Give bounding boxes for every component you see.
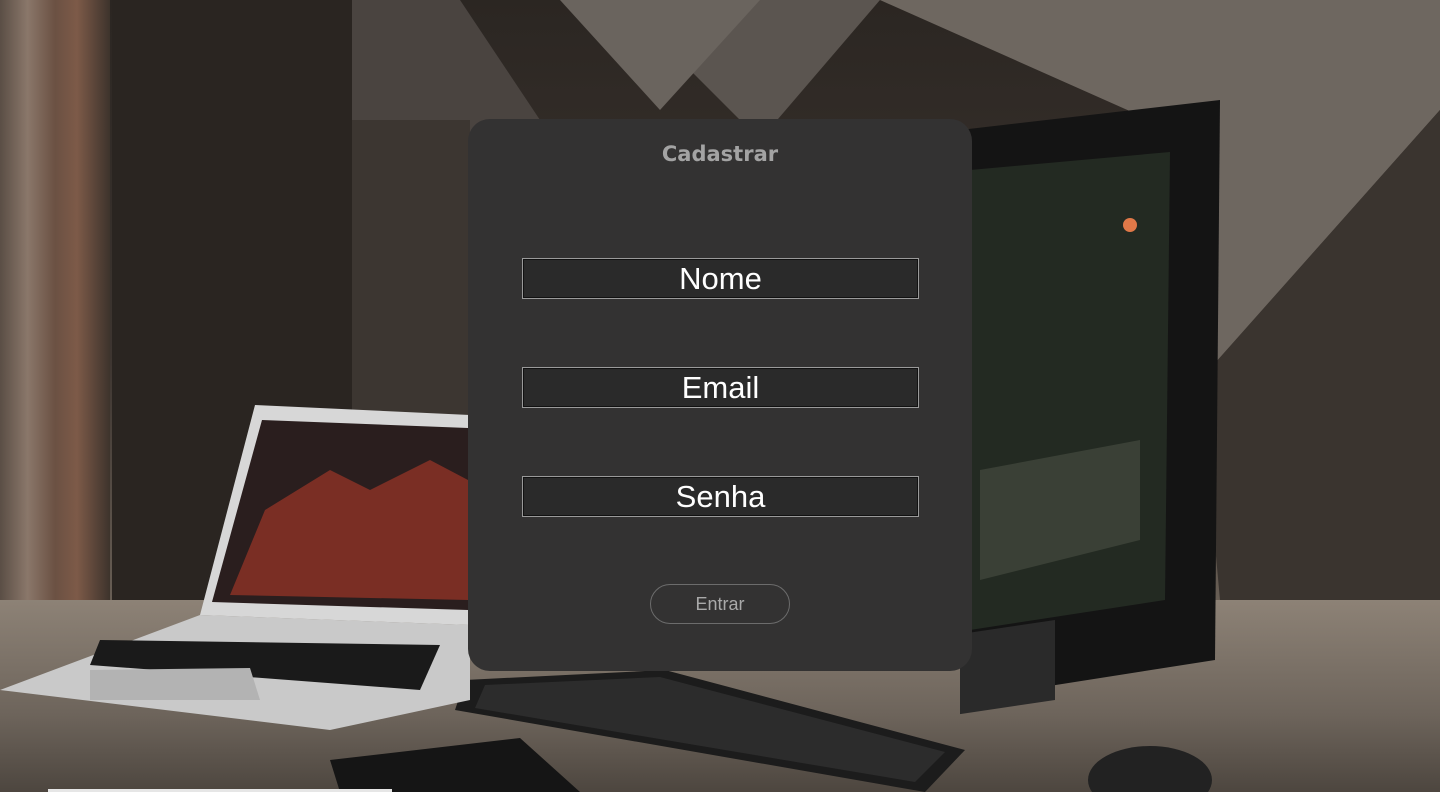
entrar-button[interactable]: Entrar: [650, 584, 790, 624]
monitor-image: [960, 100, 1220, 715]
email-input[interactable]: [522, 367, 919, 408]
mouse-image: [1088, 746, 1212, 792]
phone-image: [330, 738, 580, 792]
laptop-image: [0, 405, 470, 730]
nome-input[interactable]: [522, 258, 919, 299]
form-title: Cadastrar: [661, 142, 779, 166]
senha-input[interactable]: [522, 476, 919, 517]
